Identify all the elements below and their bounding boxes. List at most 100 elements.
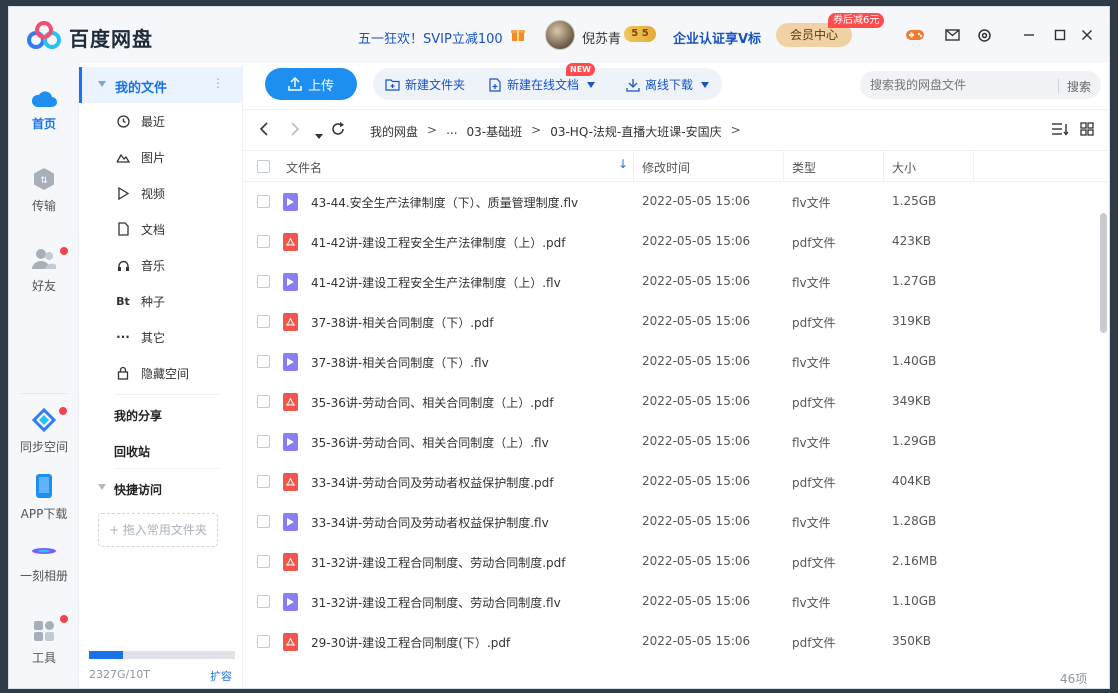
row-checkbox[interactable] (257, 195, 270, 208)
row-checkbox[interactable] (257, 555, 270, 568)
breadcrumb-item[interactable]: 03-基础班 (467, 123, 523, 140)
close-icon[interactable] (1077, 25, 1097, 45)
column-header-time[interactable]: 修改时间 (642, 159, 690, 176)
quick-access-drop-zone[interactable]: + 拖入常用文件夹 (98, 513, 218, 547)
video-file-icon (283, 193, 298, 211)
nav-sync-space[interactable]: 同步空间 (9, 408, 79, 455)
video-file-icon (283, 433, 298, 451)
row-checkbox[interactable] (257, 355, 270, 368)
sidebar-my-files[interactable]: 我的文件 ⋮ (79, 67, 242, 103)
pdf-file-icon (283, 313, 298, 331)
back-icon[interactable] (259, 122, 269, 140)
new-online-doc-button[interactable]: 新建在线文档 (489, 76, 596, 93)
file-name[interactable]: 37-38讲-相关合同制度（下）.pdf (311, 314, 493, 331)
row-checkbox[interactable] (257, 315, 270, 328)
row-checkbox[interactable] (257, 515, 270, 528)
nav-app-download[interactable]: APP下载 (9, 473, 79, 522)
sidebar-item-other[interactable]: ··· 其它 (79, 319, 242, 355)
offline-download-button[interactable]: 离线下载 (626, 76, 710, 93)
row-checkbox[interactable] (257, 635, 270, 648)
path-bar: 我的网盘 > ... 03-基础班 > 03-HQ-法规-直播大班课-安国庆 > (243, 109, 1109, 149)
sidebar-my-share[interactable]: 我的分享 (114, 407, 162, 424)
sort-down-arrow-icon[interactable]: ↓ (618, 157, 628, 171)
file-name[interactable]: 41-42讲-建设工程安全生产法律制度（上）.pdf (311, 234, 565, 251)
file-name[interactable]: 41-42讲-建设工程安全生产法律制度（上）.flv (311, 274, 561, 291)
sort-icon[interactable] (1051, 122, 1069, 140)
coin-badge[interactable]: 5 5 (624, 26, 656, 42)
avatar[interactable] (545, 20, 575, 50)
history-dropdown-icon[interactable] (315, 127, 323, 143)
nav-transfer[interactable]: ⇅ 传输 (9, 167, 79, 214)
column-header-type[interactable]: 类型 (792, 159, 816, 176)
new-folder-button[interactable]: 新建文件夹 (385, 76, 465, 93)
sidebar-item-recent[interactable]: 最近 (79, 103, 242, 139)
sidebar-recycle-bin[interactable]: 回收站 (114, 443, 150, 460)
grid-view-icon[interactable] (1080, 122, 1094, 140)
row-checkbox[interactable] (257, 475, 270, 488)
minimize-icon[interactable] (1019, 25, 1039, 45)
table-row[interactable]: 37-38讲-相关合同制度（下）.pdf 2022-05-05 15:06 pdf文… (243, 302, 1099, 342)
nav-home[interactable]: 首页 (9, 87, 79, 132)
vertical-scrollbar[interactable] (1100, 213, 1107, 333)
breadcrumb-item[interactable]: 03-HQ-法规-直播大班课-安国庆 (550, 123, 721, 140)
table-row[interactable]: 41-42讲-建设工程安全生产法律制度（上）.pdf 2022-05-05 15:… (243, 222, 1099, 262)
file-name[interactable]: 29-30讲-建设工程合同制度(下）.pdf (311, 634, 510, 651)
nav-friends[interactable]: 好友 (9, 247, 79, 294)
table-row[interactable]: 35-36讲-劳动合同、相关合同制度（上）.pdf 2022-05-05 15:0… (243, 382, 1099, 422)
table-row[interactable]: 37-38讲-相关合同制度（下）.flv 2022-05-05 15:06 flv文… (243, 342, 1099, 382)
table-row[interactable]: 29-30讲-建设工程合同制度(下）.pdf 2022-05-05 15:06 pd… (243, 622, 1099, 662)
username[interactable]: 倪苏青 (582, 28, 621, 47)
enterprise-certify-link[interactable]: 企业认证享V标 (673, 28, 761, 47)
sidebar-item-torrents[interactable]: Bt 种子 (79, 283, 242, 319)
settings-icon[interactable] (974, 25, 994, 45)
row-checkbox[interactable] (257, 595, 270, 608)
table-row[interactable]: 41-42讲-建设工程安全生产法律制度（上）.flv 2022-05-05 15:… (243, 262, 1099, 302)
select-all-checkbox[interactable] (257, 160, 270, 173)
forward-icon[interactable] (290, 122, 300, 140)
expand-storage-link[interactable]: 扩容 (210, 668, 232, 684)
file-name[interactable]: 31-32讲-建设工程合同制度、劳动合同制度.pdf (311, 554, 565, 571)
table-row[interactable]: 31-32讲-建设工程合同制度、劳动合同制度.pdf 2022-05-05 15:… (243, 542, 1099, 582)
sidebar-item-videos[interactable]: 视频 (79, 175, 242, 211)
column-header-size[interactable]: 大小 (892, 159, 916, 176)
promo-link[interactable]: 五一狂欢！SVIP立减100 (358, 28, 503, 47)
column-header-name[interactable]: 文件名 (286, 159, 322, 176)
mail-icon[interactable] (942, 25, 962, 45)
file-name[interactable]: 37-38讲-相关合同制度（下）.flv (311, 354, 489, 371)
upload-button[interactable]: 上传 (265, 68, 357, 100)
table-row[interactable]: 43-44.安全生产法律制度（下）、质量管理制度.flv 2022-05-05 1… (243, 182, 1099, 222)
breadcrumb-item[interactable]: 我的网盘 (370, 123, 418, 140)
file-name[interactable]: 31-32讲-建设工程合同制度、劳动合同制度.flv (311, 594, 561, 611)
table-row[interactable]: 31-32讲-建设工程合同制度、劳动合同制度.flv 2022-05-05 15:… (243, 582, 1099, 622)
maximize-icon[interactable] (1050, 25, 1070, 45)
collapse-caret-icon[interactable] (98, 81, 106, 87)
file-type: pdf文件 (792, 636, 836, 650)
sidebar-item-hidden-space[interactable]: 隐藏空间 (79, 355, 242, 391)
sidebar-item-images[interactable]: 图片 (79, 139, 242, 175)
search-button[interactable]: 搜索 (1067, 78, 1091, 95)
file-name[interactable]: 43-44.安全生产法律制度（下）、质量管理制度.flv (311, 194, 578, 211)
table-row[interactable]: 33-34讲-劳动合同及劳动者权益保护制度.pdf 2022-05-05 15:0… (243, 462, 1099, 502)
file-name[interactable]: 35-36讲-劳动合同、相关合同制度（上）.flv (311, 434, 549, 451)
file-name[interactable]: 33-34讲-劳动合同及劳动者权益保护制度.pdf (311, 474, 553, 491)
sidebar-item-music[interactable]: 音乐 (79, 247, 242, 283)
sidebar-quick-access[interactable]: 快捷访问 (114, 481, 162, 498)
search-input[interactable] (860, 71, 1101, 99)
sidebar-item-documents[interactable]: 文档 (79, 211, 242, 247)
row-checkbox[interactable] (257, 235, 270, 248)
nav-tools[interactable]: 工具 (9, 619, 79, 666)
more-vertical-icon[interactable]: ⋮ (212, 76, 224, 90)
refresh-icon[interactable] (331, 122, 345, 140)
quick-access-caret-icon[interactable] (98, 484, 106, 490)
file-name[interactable]: 35-36讲-劳动合同、相关合同制度（上）.pdf (311, 394, 553, 411)
table-row[interactable]: 35-36讲-劳动合同、相关合同制度（上）.flv 2022-05-05 15:0… (243, 422, 1099, 462)
game-icon[interactable] (905, 25, 925, 45)
gift-icon[interactable] (510, 26, 526, 42)
file-name[interactable]: 33-34讲-劳动合同及劳动者权益保护制度.flv (311, 514, 549, 531)
row-checkbox[interactable] (257, 435, 270, 448)
nav-album[interactable]: 一刻相册 (9, 541, 79, 584)
breadcrumb-item[interactable]: ... (446, 123, 457, 140)
table-row[interactable]: 33-34讲-劳动合同及劳动者权益保护制度.flv 2022-05-05 15:0… (243, 502, 1099, 542)
row-checkbox[interactable] (257, 395, 270, 408)
row-checkbox[interactable] (257, 275, 270, 288)
